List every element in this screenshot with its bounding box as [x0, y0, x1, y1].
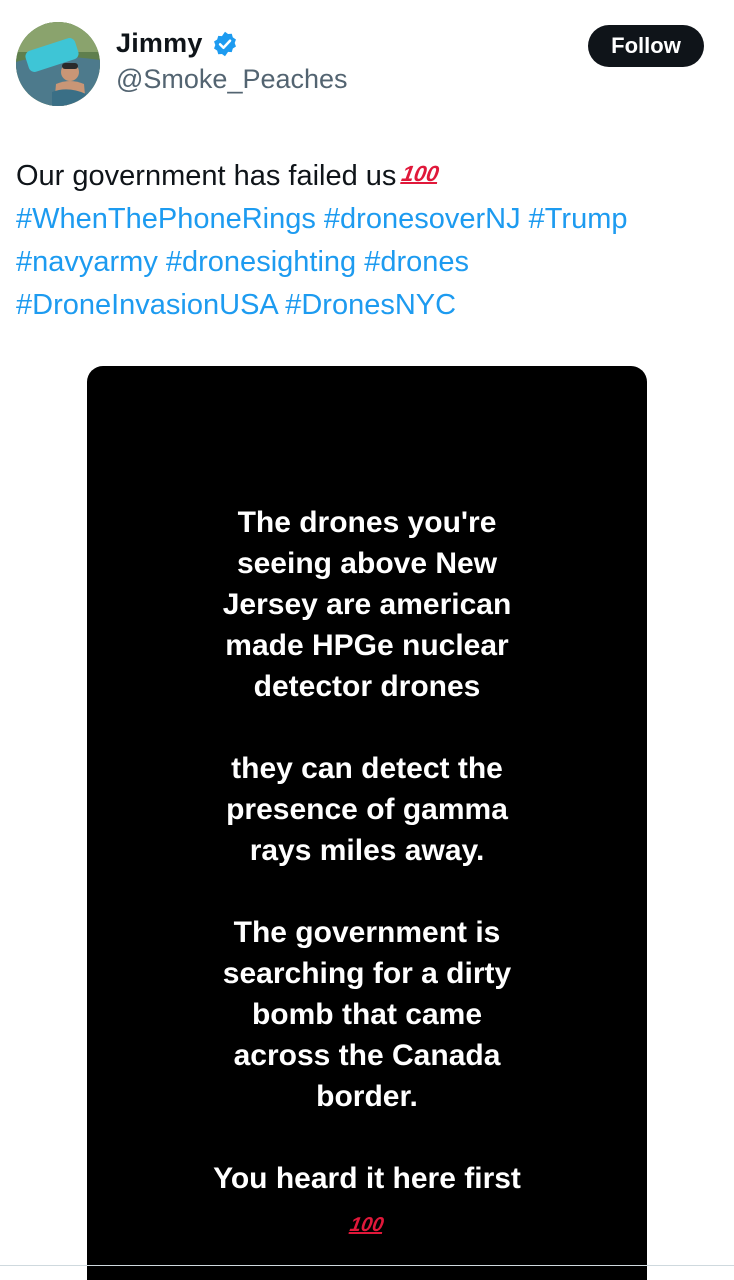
media-paragraph-3: The government is searching for a dirty … [87, 912, 647, 1117]
hashtag-link[interactable]: #DroneInvasionUSA [16, 289, 277, 321]
media-paragraph-4: You heard it here first 100 [87, 1158, 647, 1246]
tweet-media-image[interactable]: The drones you're seeing above New Jerse… [87, 366, 647, 1280]
media-line: detector drones [253, 670, 481, 703]
media-line: rays miles away. [249, 834, 485, 867]
name-row: Jimmy [116, 28, 239, 59]
media-paragraph-2: they can detect the presence of gamma ra… [87, 748, 647, 871]
media-paragraph-1: The drones you're seeing above New Jerse… [87, 502, 647, 707]
display-name[interactable]: Jimmy [116, 28, 203, 59]
handle[interactable]: @Smoke_Peaches [116, 64, 348, 95]
hashtag-line-3: #DroneInvasionUSA #DronesNYC [16, 284, 716, 327]
divider [0, 1265, 734, 1266]
media-line: made HPGe nuclear [225, 629, 509, 662]
media-line: You heard it here first [213, 1162, 521, 1195]
hashtag-line-2: #navyarmy #dronesighting #drones [16, 241, 716, 284]
tweet-line-1: Our government has failed us 100 [16, 152, 716, 198]
media-line: seeing above New [236, 547, 498, 580]
tweet-page: Jimmy @Smoke_Peaches Follow Our governme… [0, 0, 734, 1280]
hashtag-link[interactable]: #dronesoverNJ [324, 203, 521, 235]
media-line: The government is [233, 916, 501, 949]
tweet-text: Our government has failed us 100 #WhenThe… [16, 152, 716, 327]
hashtag-link[interactable]: #WhenThePhoneRings [16, 203, 316, 235]
media-line: border. [316, 1080, 418, 1113]
media-line: Jersey are american [222, 588, 512, 621]
hundred-points-emoji: 100 [348, 1214, 386, 1236]
hundred-points-emoji: 100 [400, 161, 442, 186]
media-caption: The drones you're seeing above New Jerse… [87, 502, 647, 1246]
media-line: they can detect the [231, 752, 503, 785]
media-line: presence of gamma [226, 793, 508, 826]
follow-button[interactable]: Follow [588, 25, 704, 67]
hashtag-line-1: #WhenThePhoneRings #dronesoverNJ #Trump [16, 198, 716, 241]
avatar-image [16, 22, 100, 106]
hashtag-link[interactable]: #Trump [529, 203, 628, 235]
tweet-body: Our government has failed us [16, 160, 397, 192]
media-line: across the Canada [233, 1039, 501, 1072]
verified-badge-icon [213, 31, 236, 56]
media-line: bomb that came [251, 998, 483, 1031]
hashtag-link[interactable]: #navyarmy [16, 246, 158, 278]
hashtag-link[interactable]: #DronesNYC [285, 289, 456, 321]
media-line: searching for a dirty [222, 957, 512, 990]
avatar[interactable] [16, 22, 100, 106]
media-line: The drones you're [237, 506, 497, 539]
hashtag-link[interactable]: #dronesighting [166, 246, 356, 278]
hashtag-link[interactable]: #drones [364, 246, 469, 278]
